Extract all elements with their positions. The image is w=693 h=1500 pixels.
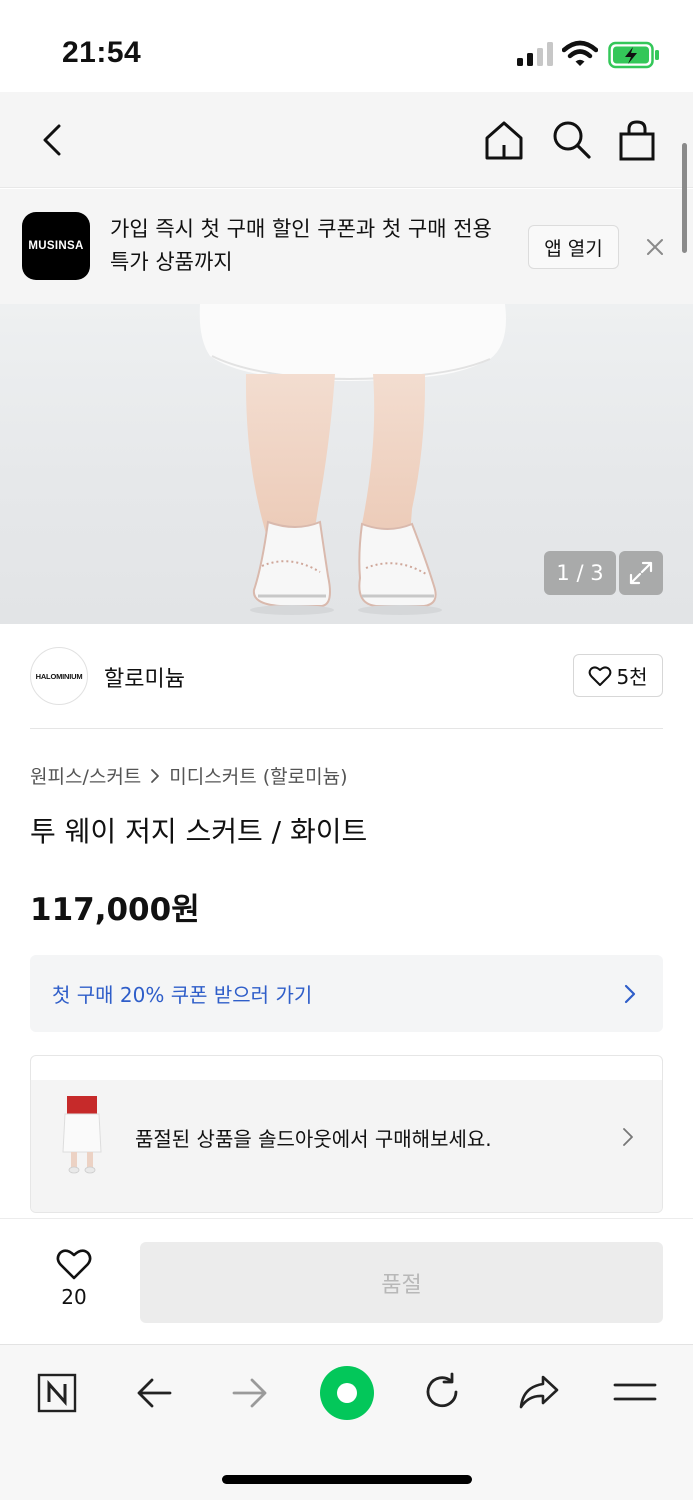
search-icon[interactable] xyxy=(550,118,592,160)
brand-like-button[interactable]: 5천 xyxy=(573,654,663,697)
purchase-bar: 20 품절 xyxy=(0,1218,693,1344)
breadcrumb: 원피스/스커트 미디스커트 (할로미늄) xyxy=(30,762,347,789)
product-thumbnail xyxy=(62,1096,102,1174)
forward-icon[interactable] xyxy=(230,1375,270,1411)
status-time: 21:54 xyxy=(62,36,142,69)
shopping-bag-icon[interactable] xyxy=(616,118,658,162)
soldout-button[interactable]: 품절 xyxy=(140,1242,663,1323)
app-download-banner[interactable]: MUSINSA 가입 즉시 첫 구매 할인 쿠폰과 첫 구매 전용 특가 상품까… xyxy=(0,189,693,304)
product-price: 117,000원 xyxy=(30,892,200,928)
naver-n-icon[interactable] xyxy=(37,1373,77,1413)
soldout-card-body[interactable]: 품절된 상품을 솔드아웃에서 구매해보세요. xyxy=(31,1080,662,1212)
browser-toolbar xyxy=(0,1344,693,1500)
share-icon[interactable] xyxy=(517,1372,561,1412)
scrollbar[interactable] xyxy=(682,143,687,253)
battery-charging-icon xyxy=(608,41,659,69)
first-purchase-coupon-banner[interactable]: 첫 구매 20% 쿠폰 받으러 가기 xyxy=(30,955,663,1032)
soldout-marketplace-card[interactable]: 품절된 상품을 솔드아웃에서 구매해보세요. xyxy=(30,1055,663,1213)
breadcrumb-category[interactable]: 원피스/스커트 xyxy=(30,762,141,789)
chevron-right-icon xyxy=(151,768,160,783)
heart-outline-icon xyxy=(589,666,612,686)
status-bar: 21:54 xyxy=(0,0,693,92)
expand-image-button[interactable] xyxy=(619,551,663,595)
open-app-button[interactable]: 앱 열기 xyxy=(528,225,619,269)
green-circle-icon[interactable] xyxy=(319,1365,375,1421)
product-title: 투 웨이 저지 스커트 / 화이트 xyxy=(30,815,368,848)
banner-message: 가입 즉시 첫 구매 할인 쿠폰과 첫 구매 전용 특가 상품까지 xyxy=(110,217,492,274)
brand-like-count: 5천 xyxy=(616,665,648,689)
image-page-counter: 1 / 3 xyxy=(544,551,616,595)
brand-row: HALOMINIUM 할로미늄 5천 xyxy=(30,645,663,729)
wifi-icon xyxy=(562,40,598,66)
expand-icon xyxy=(629,561,653,585)
home-icon[interactable] xyxy=(482,118,526,162)
soldout-message: 품절된 상품을 솔드아웃에서 구매해보세요. xyxy=(135,1127,492,1151)
nav-bar xyxy=(0,92,693,188)
brand-name[interactable]: 할로미늄 xyxy=(104,661,185,693)
musinsa-logo: MUSINSA xyxy=(22,212,90,280)
heart-outline-icon xyxy=(56,1249,92,1280)
reload-icon[interactable] xyxy=(421,1371,463,1413)
menu-icon[interactable] xyxy=(612,1379,658,1405)
chevron-right-icon xyxy=(623,1128,633,1146)
back-icon[interactable] xyxy=(134,1375,174,1411)
product-image-gallery[interactable]: 1 / 3 xyxy=(0,304,693,624)
signal-icon xyxy=(517,42,553,66)
close-icon[interactable] xyxy=(643,235,667,259)
coupon-label: 첫 구매 20% 쿠폰 받으러 가기 xyxy=(52,983,313,1007)
wish-button[interactable]: 20 xyxy=(50,1247,98,1317)
wish-count: 20 xyxy=(61,1285,87,1309)
breadcrumb-subcategory[interactable]: 미디스커트 (할로미늄) xyxy=(169,762,347,789)
back-arrow-icon[interactable] xyxy=(36,120,70,160)
home-indicator xyxy=(222,1475,472,1484)
chevron-right-icon xyxy=(624,984,636,1004)
brand-logo[interactable]: HALOMINIUM xyxy=(30,647,88,705)
